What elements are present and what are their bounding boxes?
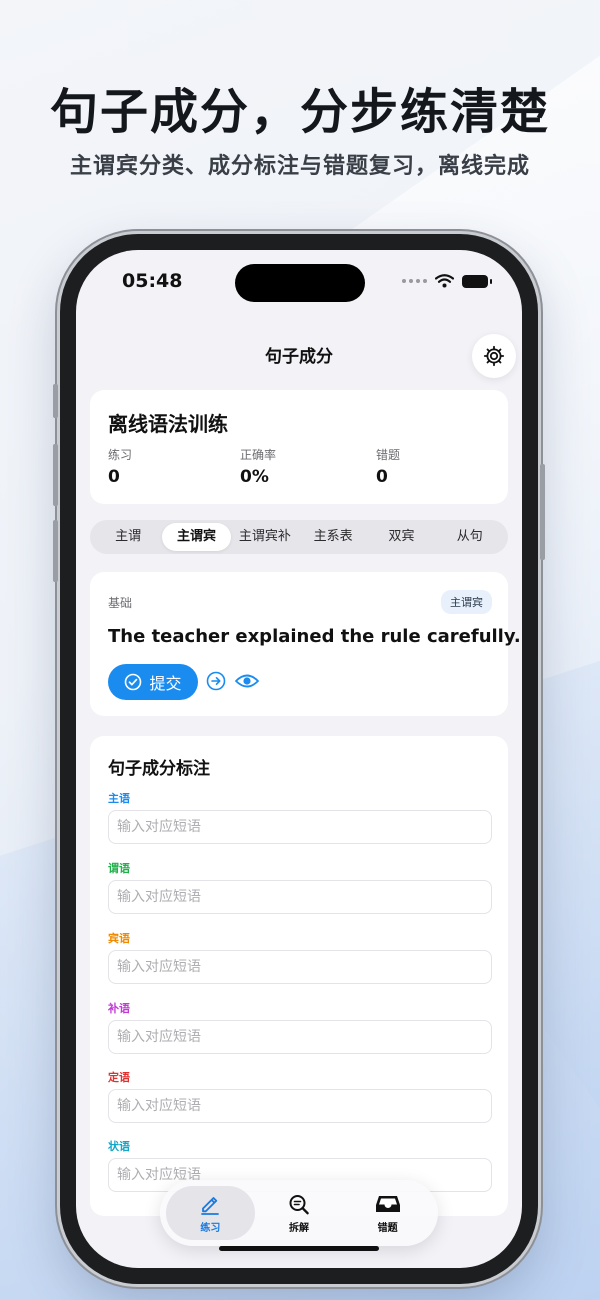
segment-svoo[interactable]: 双宾 bbox=[367, 523, 435, 551]
eye-icon bbox=[235, 674, 259, 688]
segment-svo[interactable]: 主谓宾 bbox=[162, 523, 231, 551]
status-icons bbox=[402, 274, 492, 288]
tab-label: 练习 bbox=[200, 1222, 221, 1234]
stats-card: 离线语法训练 练习 0 正确率 0% 错题 0 bbox=[90, 390, 508, 504]
tab-label: 拆解 bbox=[289, 1222, 309, 1234]
phone-volume-down bbox=[53, 520, 58, 582]
stat-accuracy: 正确率 0% bbox=[240, 446, 276, 487]
annotation-title: 句子成分标注 bbox=[108, 759, 210, 779]
tab-bar: 练习 拆解 错题 bbox=[160, 1180, 438, 1246]
tab-breakdown[interactable]: 拆解 bbox=[255, 1186, 344, 1240]
adverbial-label: 状语 bbox=[108, 1140, 130, 1153]
home-indicator bbox=[219, 1246, 379, 1251]
segment-svp[interactable]: 主系表 bbox=[299, 523, 367, 551]
stat-mistakes: 错题 0 bbox=[376, 446, 400, 487]
attributive-input[interactable] bbox=[108, 1089, 492, 1123]
show-answer-button[interactable] bbox=[234, 671, 260, 691]
check-circle-icon bbox=[125, 673, 142, 691]
subject-input[interactable] bbox=[108, 810, 492, 844]
phone-power-button bbox=[540, 464, 545, 560]
wifi-icon bbox=[435, 274, 454, 288]
magnifier-icon bbox=[289, 1194, 309, 1214]
segment-svoc[interactable]: 主谓宾补 bbox=[231, 523, 299, 551]
status-time: 05:48 bbox=[122, 270, 183, 292]
battery-icon bbox=[462, 274, 492, 288]
complement-input[interactable] bbox=[108, 1020, 492, 1054]
annotation-card: 句子成分标注 主语 谓语 宾语 补语 定语 状语 bbox=[90, 736, 508, 1216]
phone-volume-up bbox=[53, 444, 58, 506]
tab-mistakes[interactable]: 错题 bbox=[343, 1186, 432, 1240]
predicate-input[interactable] bbox=[108, 880, 492, 914]
cellular-signal-icon bbox=[402, 279, 427, 283]
phone-frame: 05:48 句子成分 离线语法训练 练习 0 正确率 0% 错题 0 主谓 主谓… bbox=[53, 234, 545, 1284]
stat-label: 错题 bbox=[376, 448, 401, 462]
arrow-right-circle-icon bbox=[206, 671, 226, 691]
stat-value: 0 bbox=[376, 467, 388, 487]
stats-title: 离线语法训练 bbox=[108, 412, 228, 436]
settings-button[interactable] bbox=[472, 334, 516, 378]
segment-clause[interactable]: 从句 bbox=[436, 523, 504, 551]
difficulty-label: 基础 bbox=[108, 596, 133, 610]
stat-value: 0 bbox=[108, 467, 120, 487]
tray-icon bbox=[375, 1195, 400, 1212]
promo-subheadline: 主谓宾分类、成分标注与错题复习，离线完成 bbox=[69, 154, 530, 179]
pattern-tag: 主谓宾 bbox=[441, 590, 492, 614]
predicate-label: 谓语 bbox=[108, 862, 130, 875]
dynamic-island bbox=[235, 264, 365, 302]
stat-practice: 练习 0 bbox=[108, 446, 132, 487]
object-label: 宾语 bbox=[108, 932, 130, 945]
promo-headline: 句子成分，分步练清楚 bbox=[49, 84, 550, 140]
question-sentence: The teacher explained the rule carefully… bbox=[108, 626, 521, 647]
submit-button[interactable]: 提交 bbox=[108, 664, 198, 700]
segment-sv[interactable]: 主谓 bbox=[94, 523, 162, 551]
pattern-segmented-control: 主谓 主谓宾 主谓宾补 主系表 双宾 从句 bbox=[90, 520, 508, 554]
gear-icon bbox=[483, 345, 505, 367]
attributive-label: 定语 bbox=[108, 1071, 130, 1084]
nav-title: 句子成分 bbox=[265, 347, 333, 367]
next-question-button[interactable] bbox=[206, 671, 226, 691]
tab-label: 错题 bbox=[377, 1222, 398, 1234]
phone-action-button bbox=[53, 384, 58, 418]
object-input[interactable] bbox=[108, 950, 492, 984]
complement-label: 补语 bbox=[108, 1002, 130, 1015]
pencil-icon bbox=[201, 1196, 220, 1215]
app-screen: 05:48 句子成分 离线语法训练 练习 0 正确率 0% 错题 0 主谓 主谓… bbox=[76, 250, 522, 1268]
subject-label: 主语 bbox=[108, 792, 130, 805]
submit-label: 提交 bbox=[149, 674, 182, 693]
stat-label: 正确率 bbox=[240, 448, 277, 462]
stat-label: 练习 bbox=[108, 448, 133, 462]
tab-practice[interactable]: 练习 bbox=[166, 1186, 255, 1240]
question-card: 基础 主谓宾 The teacher explained the rule ca… bbox=[90, 572, 521, 716]
stat-value: 0% bbox=[240, 467, 269, 487]
